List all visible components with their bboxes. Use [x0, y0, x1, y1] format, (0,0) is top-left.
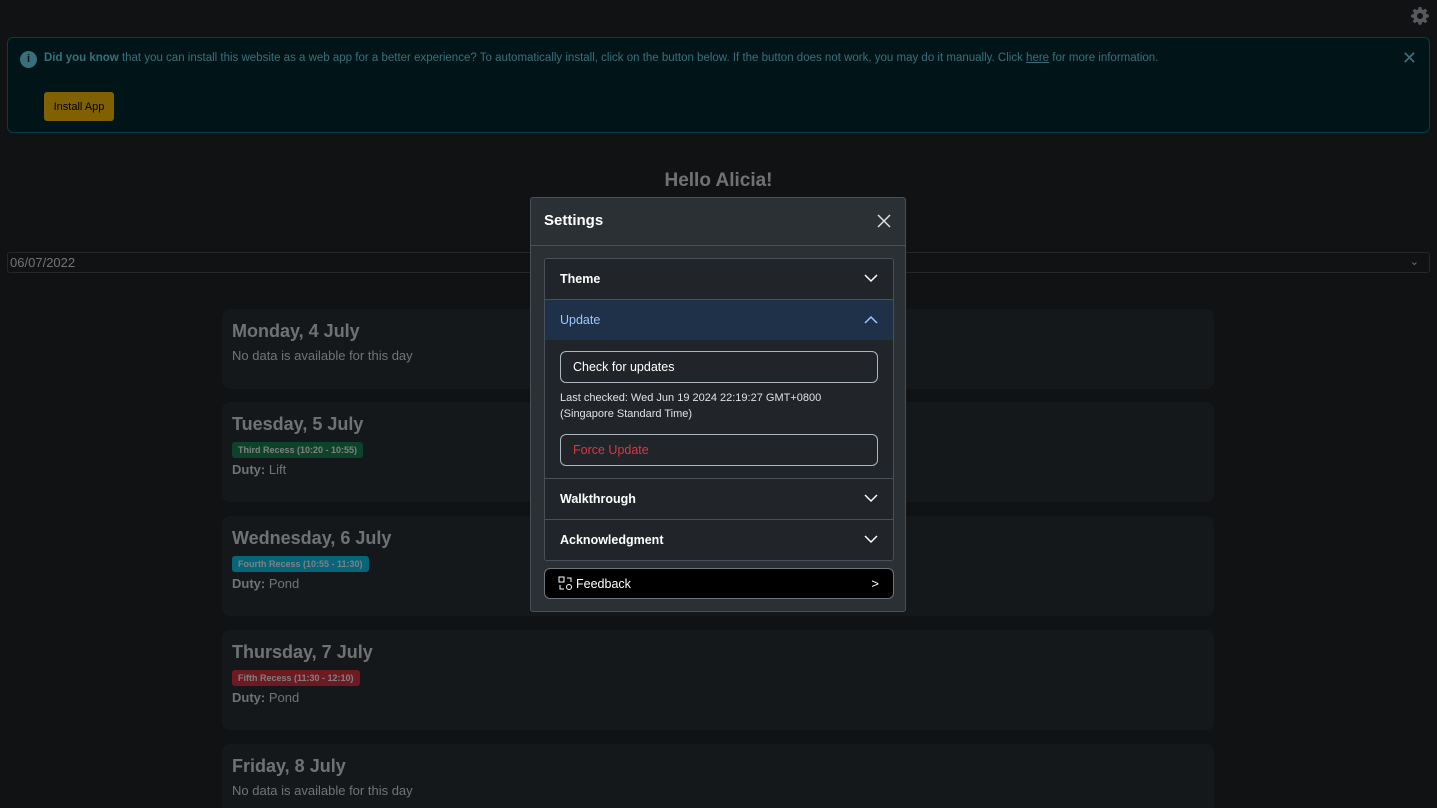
accordion-label: Theme [560, 272, 601, 286]
feedback-arrow: > [871, 576, 879, 591]
feedback-label: Feedback [576, 577, 631, 591]
check-updates-button[interactable]: Check for updates [560, 351, 878, 383]
feedback-button[interactable]: Feedback > [544, 568, 894, 599]
accordion-label: Walkthrough [560, 492, 636, 506]
chevron-down-icon [864, 479, 878, 519]
chevron-down-icon [864, 259, 878, 299]
accordion-header-theme[interactable]: Theme [545, 259, 893, 299]
modal-header: Settings [531, 198, 905, 246]
accordion-item-update: Update Check for updates Last checked: W… [545, 300, 893, 479]
accordion-label: Update [560, 313, 601, 327]
accordion-body-update: Check for updates Last checked: Wed Jun … [545, 340, 893, 478]
chevron-up-icon [864, 300, 878, 340]
accordion-item-theme: Theme [545, 259, 893, 300]
accordion-item-walkthrough: Walkthrough [545, 479, 893, 520]
settings-modal: Settings Theme Update Check for updates … [530, 197, 906, 612]
accordion-header-update[interactable]: Update [545, 300, 893, 340]
chevron-down-icon [864, 520, 878, 560]
feedback-icon [558, 576, 573, 591]
accordion-header-walkthrough[interactable]: Walkthrough [545, 479, 893, 519]
settings-accordion: Theme Update Check for updates Last chec… [544, 258, 894, 561]
last-checked-text: Last checked: Wed Jun 19 2024 22:19:27 G… [560, 392, 822, 420]
accordion-header-acknowledgment[interactable]: Acknowledgment [545, 520, 893, 560]
accordion-label: Acknowledgment [560, 533, 664, 547]
modal-title: Settings [544, 212, 604, 229]
accordion-item-acknowledgment: Acknowledgment [545, 520, 893, 560]
force-update-button[interactable]: Force Update [560, 434, 878, 466]
close-icon[interactable] [873, 210, 895, 232]
